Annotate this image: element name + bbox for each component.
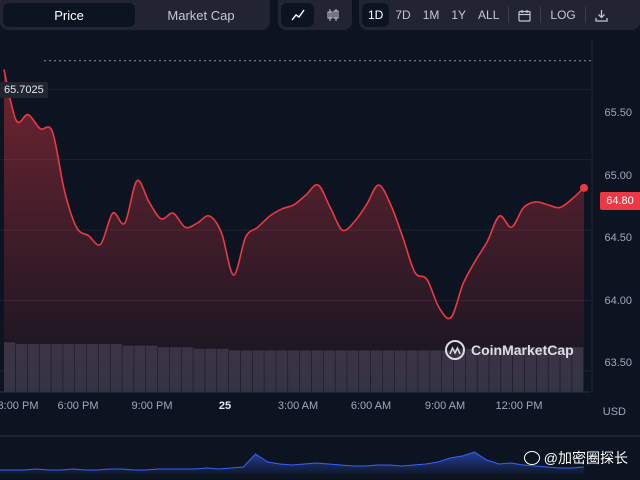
currency-label: USD	[602, 406, 626, 418]
current-price-dot	[580, 183, 588, 192]
coinmarketcap-logo-icon	[445, 340, 465, 360]
x-tick-label: 9:00 PM	[131, 400, 173, 412]
y-tick-label: 64.00	[604, 295, 632, 307]
reference-price-label: 65.7025	[0, 82, 48, 98]
candlestick-icon	[327, 9, 338, 21]
current-price-badge: 64.80	[600, 192, 640, 210]
chart-toolbar: Price Market Cap 1D 7D 1M 1Y ALL LOG	[0, 0, 640, 30]
log-scale-button[interactable]: LOG	[544, 3, 581, 27]
range-1m-button[interactable]: 1M	[417, 3, 446, 27]
price-marketcap-toggle: Price Market Cap	[0, 0, 270, 30]
time-range-group: 1D 7D 1M 1Y ALL LOG	[359, 0, 640, 30]
line-chart-button[interactable]	[281, 3, 314, 27]
candlestick-button[interactable]	[316, 3, 349, 27]
tab-market-cap[interactable]: Market Cap	[135, 3, 267, 27]
y-tick-label: 65.50	[604, 107, 632, 119]
calendar-button[interactable]	[512, 3, 537, 27]
x-tick-label: 6:00 AM	[350, 400, 392, 412]
range-1y-button[interactable]: 1Y	[445, 3, 472, 27]
range-7d-button[interactable]: 7D	[389, 3, 416, 27]
x-tick-label: 6:00 PM	[57, 400, 99, 412]
watermark-text: CoinMarketCap	[471, 342, 574, 358]
range-all-button[interactable]: ALL	[472, 3, 505, 27]
tab-price[interactable]: Price	[3, 3, 135, 27]
social-handle-tag: @加密圈探长	[523, 448, 628, 468]
y-tick-label: 65.00	[604, 170, 632, 182]
y-tick-label: 64.50	[604, 232, 632, 244]
social-handle: @加密圈探长	[543, 450, 628, 466]
x-tick-label: 3:00 PM	[0, 400, 39, 412]
x-tick-label: 3:00 AM	[277, 400, 319, 412]
download-button[interactable]	[589, 3, 614, 27]
x-tick-date-label: 25	[218, 400, 232, 412]
divider	[508, 7, 510, 23]
coinmarketcap-watermark: CoinMarketCap	[445, 340, 574, 360]
chart-type-toggle	[278, 0, 352, 30]
download-icon	[595, 9, 608, 22]
line-chart-icon	[290, 9, 305, 21]
x-tick-label: 12:00 PM	[495, 400, 543, 412]
x-tick-label: 9:00 AM	[424, 400, 466, 412]
weibo-icon	[523, 451, 540, 465]
y-tick-label: 63.50	[604, 357, 632, 369]
divider	[540, 7, 542, 23]
range-1d-button[interactable]: 1D	[362, 3, 390, 27]
calendar-icon	[518, 9, 532, 22]
divider	[584, 7, 586, 23]
